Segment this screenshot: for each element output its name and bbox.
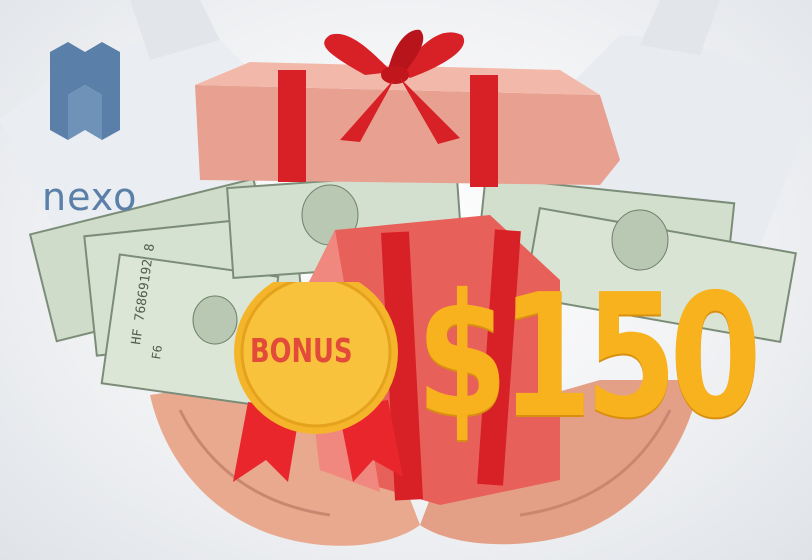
banknote-letter: F6: [149, 344, 165, 360]
nexo-logo-icon: [50, 42, 120, 140]
nexo-logo: nexo: [42, 40, 136, 216]
bonus-label: BONUS: [250, 331, 353, 370]
promo-banner: HF 76869192 8 F6 nexo BONUS $150: [0, 0, 812, 560]
bonus-seal: [233, 282, 403, 482]
bonus-amount: $150: [416, 258, 762, 456]
brand-name: nexo: [42, 175, 138, 219]
